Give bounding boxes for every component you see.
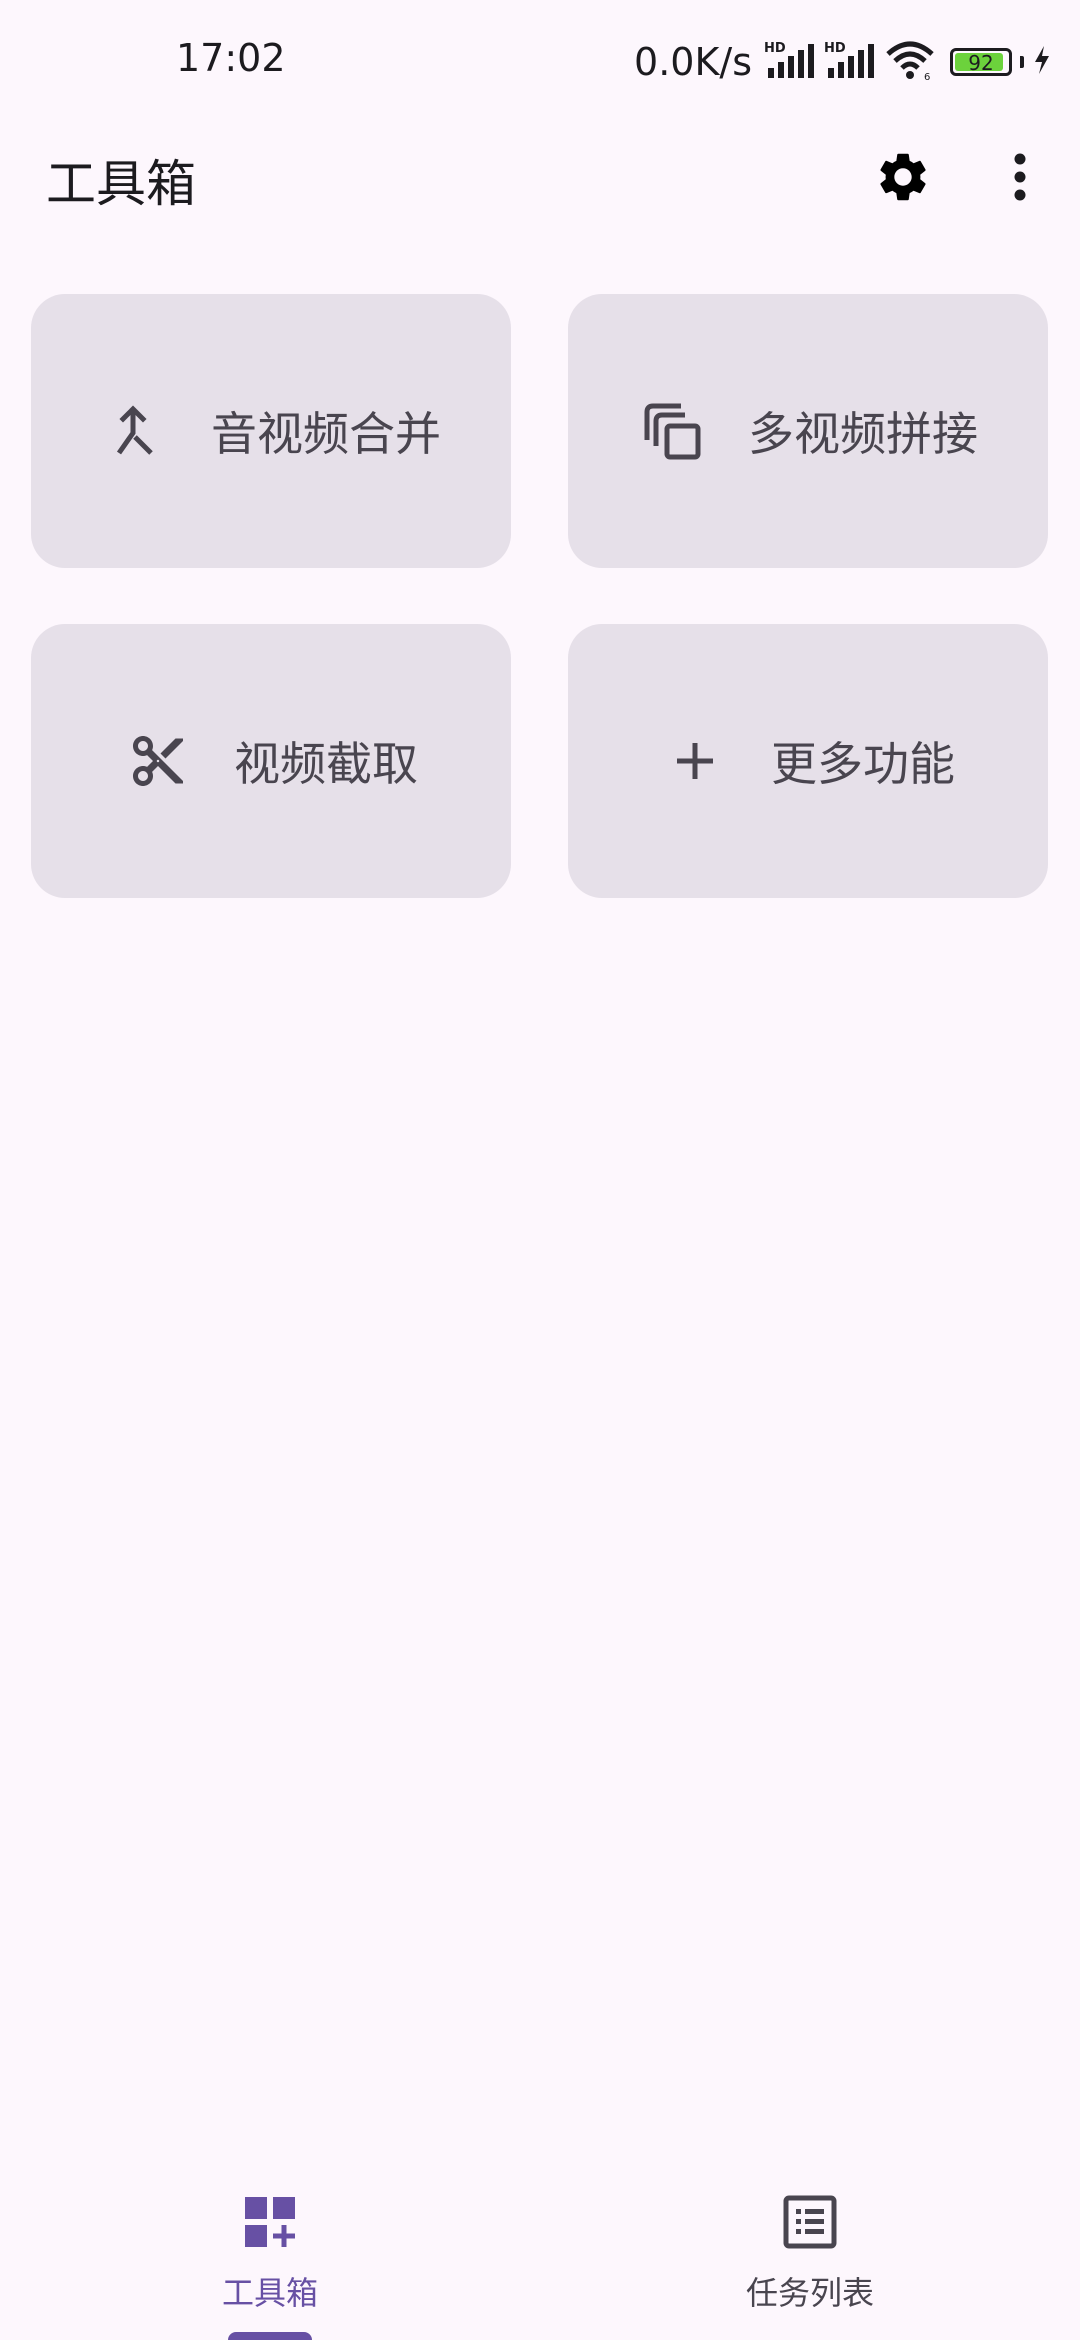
charging-icon	[1032, 44, 1052, 80]
bottom-navigation: 工具箱 任务列表	[0, 2160, 1080, 2340]
tool-card-more-features[interactable]: 更多功能	[568, 624, 1048, 898]
wifi-icon: 6	[884, 38, 936, 86]
tool-card-av-merge[interactable]: 音视频合并	[31, 294, 511, 568]
battery-tip	[1020, 56, 1024, 68]
signal-hd-icon-2: HD	[824, 38, 876, 86]
battery-level: 92	[968, 51, 994, 75]
network-speed: 0.0K/s	[634, 40, 752, 84]
settings-button[interactable]	[870, 146, 936, 212]
svg-text:HD: HD	[824, 41, 846, 56]
status-indicators: 0.0K/s HD HD 6 92	[634, 36, 1052, 88]
nav-item-task-list[interactable]: 任务列表	[680, 2190, 940, 2314]
tool-card-label: 更多功能	[771, 737, 955, 791]
more-vert-icon	[1010, 152, 1030, 206]
page-title: 工具箱	[46, 155, 196, 213]
tool-card-label: 多视频拼接	[748, 407, 978, 461]
nav-item-toolbox[interactable]: 工具箱	[140, 2190, 400, 2314]
gear-icon	[874, 148, 932, 210]
tool-card-video-cut[interactable]: 视频截取	[31, 624, 511, 898]
battery-icon: 92	[950, 48, 1012, 76]
merge-icon	[101, 397, 169, 465]
tool-card-label: 音视频合并	[211, 407, 441, 461]
scissors-icon	[124, 727, 192, 795]
signal-hd-icon: HD	[764, 38, 816, 86]
nav-label-task-list: 任务列表	[745, 2274, 874, 2312]
nav-active-indicator	[228, 2332, 312, 2340]
copy-stack-icon	[638, 397, 706, 465]
more-options-button[interactable]	[988, 146, 1052, 212]
plus-icon	[661, 727, 729, 795]
status-time: 17:02	[176, 36, 286, 80]
tool-card-label: 视频截取	[234, 737, 418, 791]
nav-label-toolbox: 工具箱	[221, 2274, 318, 2312]
dashboard-add-icon	[238, 2190, 302, 2254]
app-bar: 工具箱	[0, 124, 1080, 234]
list-icon	[778, 2190, 842, 2254]
svg-text:HD: HD	[764, 41, 786, 56]
tool-card-video-concat[interactable]: 多视频拼接	[568, 294, 1048, 568]
svg-text:6: 6	[924, 72, 930, 82]
status-bar: 17:02 0.0K/s HD HD 6 92	[0, 0, 1080, 124]
